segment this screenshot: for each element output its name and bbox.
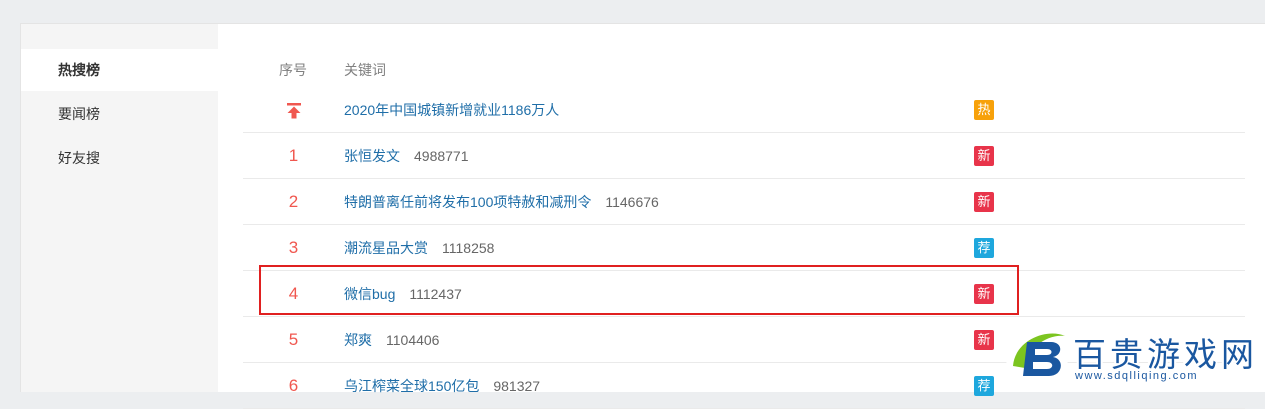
sidebar-item-news[interactable]: 要闻榜 (21, 93, 218, 135)
search-count: 981327 (493, 378, 541, 394)
header-rank: 序号 (279, 62, 307, 78)
keyword-cell: 张恒发文 4988771 (344, 133, 469, 179)
search-count: 1104406 (386, 332, 440, 348)
keyword-cell: 乌江榨菜全球150亿包 981327 (344, 363, 540, 409)
sidebar-item-hot-search[interactable]: 热搜榜 (21, 49, 218, 91)
hot-badge: 热 (974, 100, 994, 120)
watermark-url: www.sdqlliqing.com (1075, 370, 1198, 382)
rank-cell (243, 87, 344, 133)
keyword-link[interactable]: 乌江榨菜全球150亿包 (344, 378, 479, 394)
recommend-badge: 荐 (974, 238, 994, 258)
search-count: 1118258 (442, 240, 495, 256)
rank-cell: 2 (288, 192, 299, 211)
table-row: 2 特朗普离任前将发布100项特赦和减刑令 1146676 新 (243, 179, 1245, 225)
keyword-link[interactable]: 潮流星品大赏 (344, 240, 428, 256)
site-watermark: 百贵游戏网 www.sdqlliqing.com (1003, 322, 1265, 391)
search-count: 4988771 (414, 148, 469, 164)
watermark-logo-icon (1006, 330, 1068, 386)
new-badge: 新 (974, 146, 994, 166)
table-row: 2020年中国城镇新增就业1186万人 热 (243, 87, 1245, 133)
table-row: 1 张恒发文 4988771 新 (243, 133, 1245, 179)
keyword-cell: 2020年中国城镇新增就业1186万人 (344, 87, 559, 133)
watermark-name: 百贵游戏网 (1073, 335, 1258, 374)
header-keyword: 关键词 (344, 62, 386, 78)
keyword-link[interactable]: 2020年中国城镇新增就业1186万人 (344, 102, 559, 118)
new-badge: 新 (974, 192, 994, 212)
rank-cell: 1 (288, 146, 299, 165)
keyword-link[interactable]: 张恒发文 (344, 148, 400, 164)
keyword-cell: 特朗普离任前将发布100项特赦和减刑令 1146676 (344, 179, 659, 225)
rank-cell: 6 (288, 376, 299, 395)
recommend-badge: 荐 (974, 376, 994, 396)
sidebar: 热搜榜 要闻榜 好友搜 (21, 24, 218, 392)
new-badge: 新 (974, 330, 994, 350)
keyword-link[interactable]: 郑爽 (344, 332, 372, 348)
sidebar-item-friends[interactable]: 好友搜 (21, 137, 218, 179)
highlight-box (259, 265, 1019, 315)
search-count: 1146676 (605, 194, 659, 210)
pin-top-icon (287, 103, 301, 119)
keyword-link[interactable]: 特朗普离任前将发布100项特赦和减刑令 (344, 194, 591, 210)
rank-cell: 5 (288, 330, 299, 349)
keyword-cell: 郑爽 1104406 (344, 317, 439, 363)
